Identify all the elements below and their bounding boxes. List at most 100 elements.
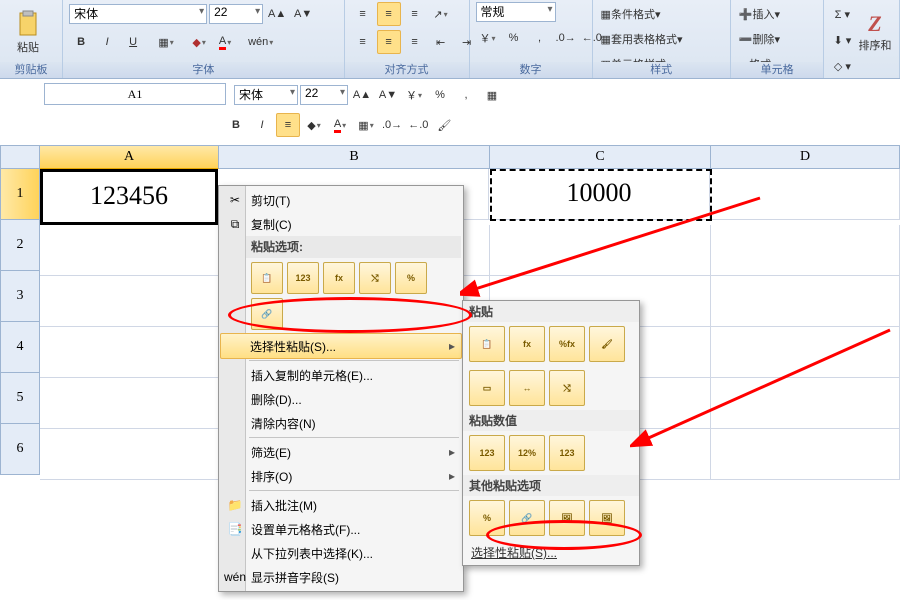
sub-values-3[interactable]: 123	[549, 435, 585, 471]
mini-incdec[interactable]: .0→	[380, 113, 404, 137]
row-header-1[interactable]: 1	[0, 169, 40, 220]
align-middle-icon[interactable]: ≡	[377, 2, 401, 26]
sub-other-3[interactable]: 🖼	[549, 500, 585, 536]
align-right-icon[interactable]: ≡	[403, 30, 427, 54]
cell-d5[interactable]	[711, 378, 900, 429]
cell-a2[interactable]	[40, 225, 219, 276]
mini-bold[interactable]: B	[224, 113, 248, 137]
row-header-4[interactable]: 4	[0, 322, 40, 373]
inc-decimal-icon[interactable]: .0→	[554, 26, 578, 50]
mini-grow-icon[interactable]: A▲	[350, 83, 374, 107]
col-header-d[interactable]: D	[711, 145, 900, 169]
sub-other-1[interactable]: %	[469, 500, 505, 536]
cell-d4[interactable]	[711, 327, 900, 378]
insert-button[interactable]: ➕ 插入 ▾	[737, 2, 782, 26]
sub-paste-fxnum[interactable]: %fx	[549, 326, 585, 362]
ctx-paste-special[interactable]: 选择性粘贴(S)...	[220, 333, 462, 359]
font-color-button[interactable]: A	[213, 30, 237, 54]
mini-fill[interactable]: ◆	[302, 113, 326, 137]
paste-link-icon[interactable]: 🔗	[251, 298, 283, 330]
font-size-combo[interactable]: 22	[209, 4, 263, 24]
currency-icon[interactable]: ￥	[476, 26, 500, 50]
ctx-copy[interactable]: ⧉复制(C)	[221, 212, 461, 236]
align-top-icon[interactable]: ≡	[351, 2, 375, 26]
sub-paste-format[interactable]: 🖌	[589, 326, 625, 362]
cell-d1[interactable]	[710, 169, 900, 220]
paste-all-icon[interactable]: 📋	[251, 262, 283, 294]
mini-fontcolor[interactable]: A	[328, 113, 352, 137]
sub-values-1[interactable]: 123	[469, 435, 505, 471]
border-button[interactable]: ▦	[154, 30, 178, 54]
paste-button[interactable]: 粘贴	[6, 2, 50, 62]
font-name-combo[interactable]: 宋体	[69, 4, 207, 24]
mini-font-combo[interactable]: 宋体	[234, 85, 298, 105]
phonetic-button[interactable]: wén	[246, 30, 275, 54]
ctx-delete[interactable]: 删除(D)...	[221, 387, 461, 411]
clear-icon[interactable]: ◇ ▾	[830, 54, 854, 78]
cell-d2[interactable]	[711, 225, 900, 276]
ctx-sort[interactable]: 排序(O)	[221, 464, 461, 488]
indent-dec-icon[interactable]: ⇤	[429, 30, 453, 54]
row-header-3[interactable]: 3	[0, 271, 40, 322]
sub-paste-noborder[interactable]: ▭	[469, 370, 505, 406]
cond-format-button[interactable]: ▦ 条件格式 ▾	[599, 2, 663, 26]
ctx-format-cells[interactable]: 📑设置单元格格式(F)...	[221, 517, 461, 541]
ctx-comment[interactable]: 📁插入批注(M)	[221, 493, 461, 517]
shrink-font-icon[interactable]: A▼	[291, 2, 315, 26]
italic-button[interactable]: I	[95, 30, 119, 54]
col-header-b[interactable]: B	[219, 145, 490, 169]
sub-paste-all[interactable]: 📋	[469, 326, 505, 362]
align-bottom-icon[interactable]: ≡	[403, 2, 427, 26]
ctx-dropdown[interactable]: 从下拉列表中选择(K)...	[221, 541, 461, 565]
cell-a5[interactable]	[40, 378, 219, 429]
orientation-icon[interactable]: ↗	[429, 2, 453, 26]
sub-values-2[interactable]: 12%	[509, 435, 545, 471]
name-box[interactable]: A1	[44, 83, 226, 105]
cell-a1[interactable]: 123456	[40, 169, 218, 225]
paste-values-icon[interactable]: 123	[287, 262, 319, 294]
cell-a6[interactable]	[40, 429, 219, 480]
comma-icon[interactable]: ,	[528, 26, 552, 50]
sub-other-4[interactable]: 🖼	[589, 500, 625, 536]
mini-painter[interactable]: 🖌	[432, 113, 456, 137]
bold-button[interactable]: B	[69, 30, 93, 54]
mini-italic[interactable]: I	[250, 113, 274, 137]
sub-paste-transpose[interactable]: ⤭	[549, 370, 585, 406]
align-center-icon[interactable]: ≡	[377, 30, 401, 54]
paste-transpose-icon[interactable]: ⤭	[359, 262, 391, 294]
grow-font-icon[interactable]: A▲	[265, 2, 289, 26]
ctx-insert[interactable]: 插入复制的单元格(E)...	[221, 363, 461, 387]
cell-d6[interactable]	[711, 429, 900, 480]
ctx-clear[interactable]: 清除内容(N)	[221, 411, 461, 435]
mini-decdec[interactable]: ←.0	[406, 113, 430, 137]
underline-button[interactable]: U	[121, 30, 145, 54]
sub-paste-width[interactable]: ↔	[509, 370, 545, 406]
mini-border[interactable]: ▦	[354, 113, 378, 137]
select-all-corner[interactable]	[0, 145, 40, 169]
fill-color-button[interactable]: ◆	[187, 30, 211, 54]
ctx-filter[interactable]: 筛选(E)	[221, 440, 461, 464]
mini-shrink-icon[interactable]: A▼	[376, 83, 400, 107]
mini-merge-icon[interactable]: ▦	[480, 83, 504, 107]
table-format-button[interactable]: ▦ 套用表格格式 ▾	[599, 27, 685, 51]
row-header-2[interactable]: 2	[0, 220, 40, 271]
col-header-c[interactable]: C	[490, 145, 711, 169]
col-header-a[interactable]: A	[40, 145, 219, 169]
cell-c2[interactable]	[490, 225, 711, 276]
sort-button[interactable]: Z 排序和	[853, 2, 897, 62]
cell-a4[interactable]	[40, 327, 219, 378]
mini-currency-icon[interactable]: ￥	[402, 83, 426, 107]
mini-size-combo[interactable]: 22	[300, 85, 348, 105]
cell-c1[interactable]: 10000	[489, 169, 710, 220]
mini-comma-icon[interactable]: ,	[454, 83, 478, 107]
row-header-6[interactable]: 6	[0, 424, 40, 475]
cell-a3[interactable]	[40, 276, 219, 327]
fill-icon[interactable]: ⬇ ▾	[830, 28, 854, 52]
sub-other-2[interactable]: 🔗	[509, 500, 545, 536]
ctx-cut[interactable]: ✂剪切(T)	[221, 188, 461, 212]
cell-d3[interactable]	[711, 276, 900, 327]
mini-percent-icon[interactable]: %	[428, 83, 452, 107]
paste-formula-icon[interactable]: fx	[323, 262, 355, 294]
autosum-icon[interactable]: Σ ▾	[830, 2, 854, 26]
percent-icon[interactable]: %	[502, 26, 526, 50]
